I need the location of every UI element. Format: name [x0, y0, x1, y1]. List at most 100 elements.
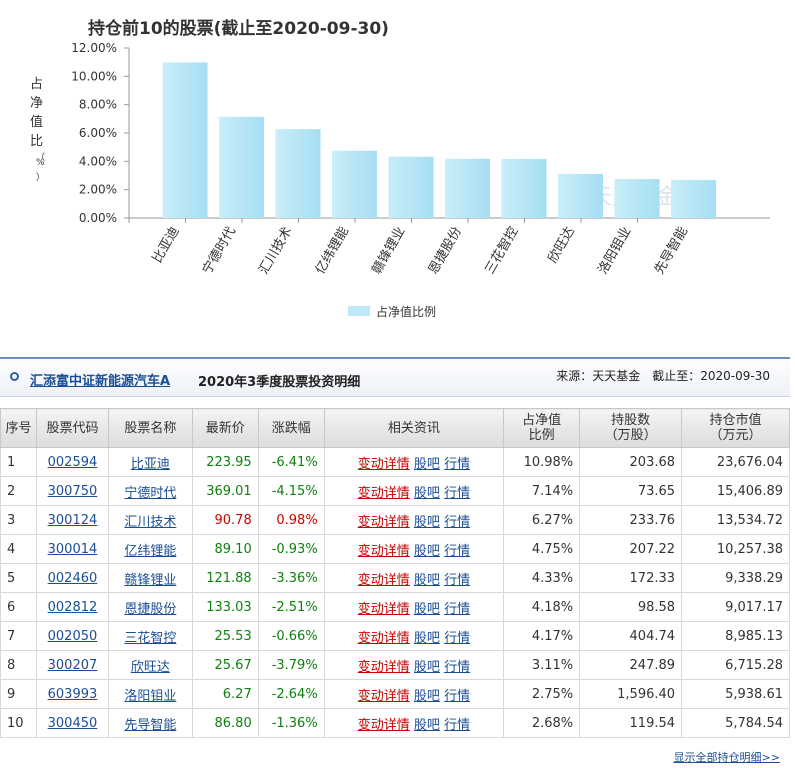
change-detail-link[interactable]: 变动详情 [358, 631, 410, 646]
stock-bar-link[interactable]: 股吧 [414, 718, 440, 733]
bar-1[interactable] [162, 62, 208, 219]
stock-bar-link[interactable]: 股吧 [414, 544, 440, 559]
change-percent: -0.93% [257, 534, 325, 564]
change-detail-link[interactable]: 变动详情 [358, 486, 410, 501]
fund-name-link[interactable]: 汇添富中证新能源汽车A [30, 370, 170, 389]
change-percent: -1.36% [257, 708, 325, 738]
latest-price: 90.78 [191, 505, 259, 535]
market-value: 6,715.28 [681, 650, 790, 680]
bar-4[interactable] [332, 150, 377, 218]
stock-bar-link[interactable]: 股吧 [414, 689, 440, 704]
source-info: 来源：天天基金 截止至：2020-09-30 [556, 369, 770, 383]
stock-name-link[interactable]: 比亚迪 [131, 457, 170, 472]
shares-held: 203.68 [579, 447, 683, 477]
bar-2[interactable] [219, 116, 264, 218]
y-axis-label-char: 净 [30, 96, 44, 111]
change-detail-link[interactable]: 变动详情 [358, 573, 410, 588]
latest-price: 86.80 [191, 708, 259, 738]
stock-code-link[interactable]: 603993 [48, 687, 98, 702]
stock-code-link[interactable]: 300207 [48, 658, 98, 673]
stock-code-link[interactable]: 002050 [48, 629, 98, 644]
bar-6[interactable] [445, 158, 490, 218]
stock-bar-link[interactable]: 股吧 [414, 602, 440, 617]
bar-5[interactable] [388, 156, 434, 218]
stock-bar-link[interactable]: 股吧 [414, 486, 440, 501]
y-axis-label-char: ） [36, 173, 46, 183]
change-detail-link[interactable]: 变动详情 [358, 718, 410, 733]
stock-bar-link[interactable]: 股吧 [414, 515, 440, 530]
latest-price: 25.67 [191, 650, 259, 680]
table-row: 9 603993 洛阳钼业 6.27 -2.64% 变动详情 股吧 行情 2.75% 1,59… [0, 679, 790, 709]
shares-held: 172.33 [579, 563, 683, 593]
column-header: 占净值 比例 [503, 408, 581, 448]
quote-link[interactable]: 行情 [444, 486, 470, 501]
quote-link[interactable]: 行情 [444, 660, 470, 675]
bar-8[interactable] [558, 173, 603, 218]
change-detail-link[interactable]: 变动详情 [358, 602, 410, 617]
y-tick-label: 6.00% [79, 126, 117, 140]
table-header-row: 序号 股票代码 股票名称 最新价 涨跌幅 相关资讯 占净值 比例 持股数 （万股） 持仓市值 （万元） [0, 408, 790, 448]
shares-held: 233.76 [579, 505, 683, 535]
stock-bar-link[interactable]: 股吧 [414, 457, 440, 472]
bar-10[interactable] [671, 180, 716, 218]
quote-link[interactable]: 行情 [444, 718, 470, 733]
stock-name-link[interactable]: 亿纬锂能 [124, 544, 176, 559]
stock-name-link[interactable]: 三花智控 [124, 631, 176, 646]
quote-link[interactable]: 行情 [444, 515, 470, 530]
change-detail-link[interactable]: 变动详情 [358, 515, 410, 530]
x-tick-label: 比亚迪 [150, 225, 182, 266]
x-tick-label: 赣锋锂业 [369, 225, 408, 278]
y-axis-label-char: 比 [30, 134, 44, 149]
stock-code-link[interactable]: 002594 [48, 455, 98, 470]
quote-link[interactable]: 行情 [444, 457, 470, 472]
quote-link[interactable]: 行情 [444, 631, 470, 646]
table-row: 5 002460 赣锋锂业 121.88 -3.36% 变动详情 股吧 行情 4.33% 17… [0, 563, 790, 593]
stock-name-link[interactable]: 汇川技术 [124, 515, 176, 530]
column-header: 持股数 （万股） [579, 408, 683, 448]
quote-link[interactable]: 行情 [444, 544, 470, 559]
column-header: 股票代码 [35, 408, 109, 448]
stock-name-link[interactable]: 先导智能 [124, 718, 176, 733]
section-subtitle: 2020年3季度股票投资明细 [198, 375, 361, 390]
stock-bar-link[interactable]: 股吧 [414, 573, 440, 588]
bar-3[interactable] [275, 129, 321, 218]
quote-link[interactable]: 行情 [444, 573, 470, 588]
bar-7[interactable] [501, 158, 547, 218]
change-detail-link[interactable]: 变动详情 [358, 544, 410, 559]
circle-icon [10, 372, 19, 381]
bar-9[interactable] [614, 179, 660, 218]
stock-code-link[interactable]: 002460 [48, 571, 98, 586]
stock-bar-link[interactable]: 股吧 [414, 631, 440, 646]
row-index: 3 [0, 505, 37, 535]
row-index: 9 [0, 679, 37, 709]
stock-code-link[interactable]: 300750 [48, 484, 98, 499]
shares-held: 73.65 [579, 476, 683, 506]
stock-code-link[interactable]: 300124 [48, 513, 98, 528]
quote-link[interactable]: 行情 [444, 689, 470, 704]
quote-link[interactable]: 行情 [444, 602, 470, 617]
stock-code-link[interactable]: 002812 [48, 600, 98, 615]
stock-bar-link[interactable]: 股吧 [414, 660, 440, 675]
market-value: 15,406.89 [681, 476, 790, 506]
shares-held: 98.58 [579, 592, 683, 622]
change-detail-link[interactable]: 变动详情 [358, 660, 410, 675]
stock-name-link[interactable]: 宁德时代 [124, 486, 176, 501]
stock-name-link[interactable]: 洛阳钼业 [124, 689, 176, 704]
row-index: 10 [0, 708, 37, 738]
change-detail-link[interactable]: 变动详情 [358, 689, 410, 704]
nav-ratio: 4.17% [503, 621, 581, 651]
change-percent: -2.64% [257, 679, 325, 709]
stock-name-link[interactable]: 赣锋锂业 [124, 573, 176, 588]
stock-name-link[interactable]: 恩捷股份 [124, 602, 176, 617]
table-row: 6 002812 恩捷股份 133.03 -2.51% 变动详情 股吧 行情 4.18% 98… [0, 592, 790, 622]
stock-name-link[interactable]: 欣旺达 [131, 660, 170, 675]
market-value: 13,534.72 [681, 505, 790, 535]
stock-code-link[interactable]: 300014 [48, 542, 98, 557]
change-detail-link[interactable]: 变动详情 [358, 457, 410, 472]
nav-ratio: 2.68% [503, 708, 581, 738]
stock-code-link[interactable]: 300450 [48, 716, 98, 731]
y-tick-label: 10.00% [71, 69, 117, 83]
nav-ratio: 4.33% [503, 563, 581, 593]
show-all-holdings-link[interactable]: 显示全部持仓明细>> [674, 749, 780, 765]
change-percent: -0.66% [257, 621, 325, 651]
